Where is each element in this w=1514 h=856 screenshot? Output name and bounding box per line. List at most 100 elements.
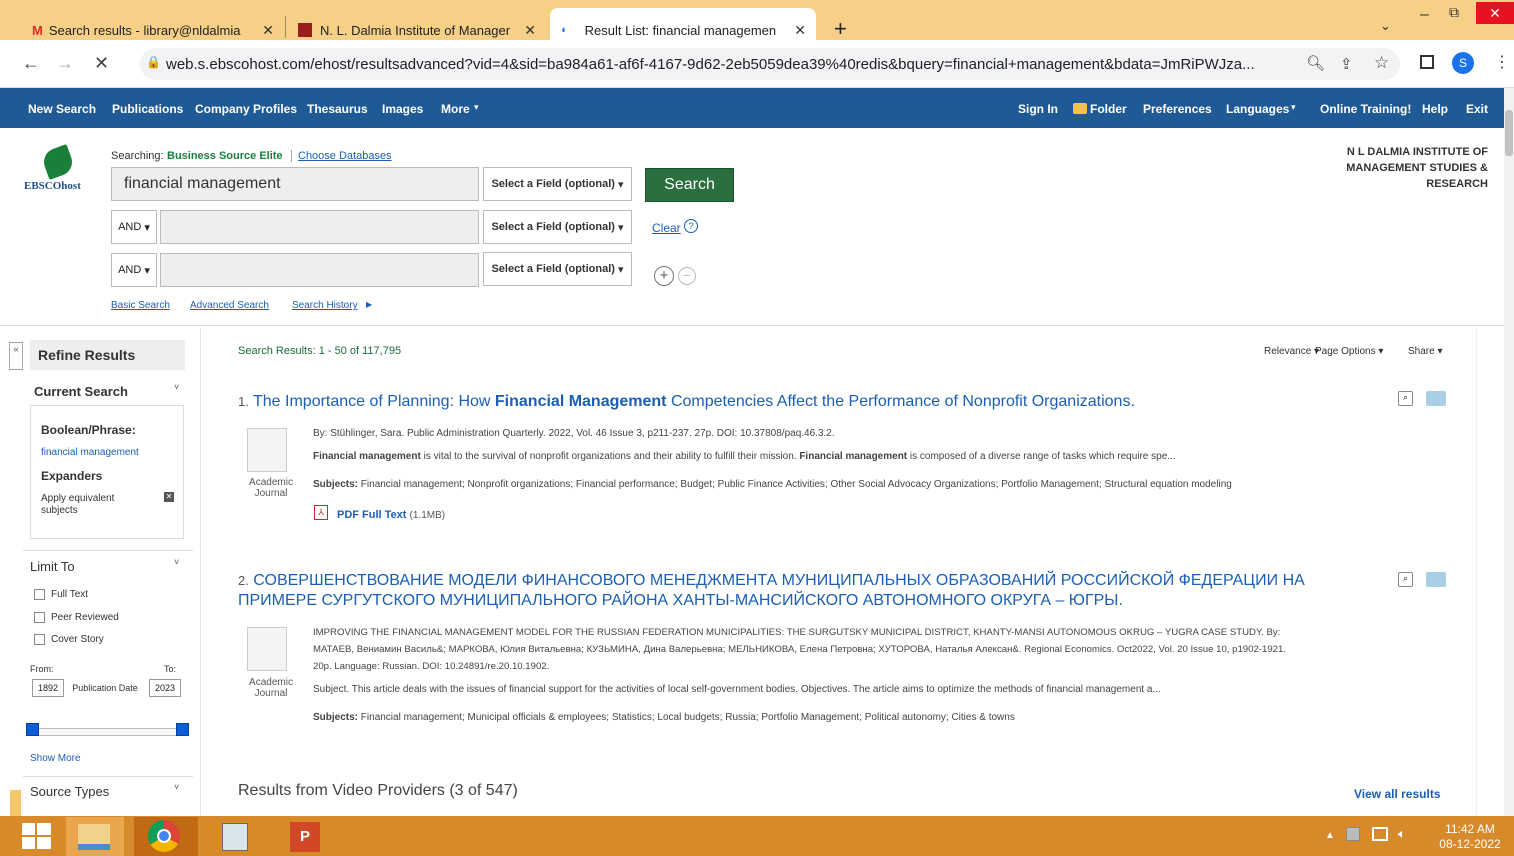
preview-icon[interactable]: ⌕: [1398, 391, 1413, 406]
checkbox[interactable]: [34, 634, 45, 645]
result-title-2[interactable]: 2. СОВЕРШЕНСТВОВАНИЕ МОДЕЛИ ФИНАНСОВОГО …: [238, 572, 1305, 590]
page-options[interactable]: Page Options ▾: [1315, 346, 1383, 357]
choose-databases-link[interactable]: Choose Databases: [298, 150, 392, 162]
remove-expander-icon[interactable]: ✕: [164, 492, 174, 502]
boolean-phrase-link[interactable]: financial management: [41, 447, 139, 458]
network-icon[interactable]: [1372, 827, 1388, 841]
add-to-folder-icon[interactable]: [1426, 572, 1446, 587]
clear-link[interactable]: Clear: [652, 221, 681, 235]
search-history-link[interactable]: Search History: [292, 300, 358, 311]
bool-select-3[interactable]: AND ▾: [111, 253, 157, 287]
result-abstract: Subject. This article deals with the iss…: [313, 684, 1161, 695]
pdf-full-text-link[interactable]: PDF Full Text (1.1MB): [337, 509, 445, 521]
ebsco-logo: EBSCOhost: [24, 180, 81, 192]
field-select-1[interactable]: Select a Field (optional) ▾: [483, 167, 632, 201]
toolbar-help[interactable]: Help: [1422, 102, 1448, 116]
source-types-chevron-icon[interactable]: ˅: [174, 782, 179, 792]
result-title-2-line2[interactable]: ПРИМЕРЕ СУРГУТСКОГО МУНИЦИПАЛЬНОГО РАЙОН…: [238, 592, 1123, 610]
close-tab-icon[interactable]: ✕: [524, 22, 536, 39]
toolbar-folder[interactable]: Folder: [1090, 102, 1127, 116]
tray-overflow-icon[interactable]: ▲: [1325, 830, 1335, 841]
toolbar-exit[interactable]: Exit: [1466, 102, 1488, 116]
calculator-icon[interactable]: [222, 823, 248, 851]
toolbar-languages[interactable]: Languages: [1226, 102, 1289, 116]
limit-full-text[interactable]: Full Text: [34, 589, 88, 600]
page-scrollbar[interactable]: [1504, 88, 1514, 816]
bookmark-star-icon[interactable]: ☆: [1374, 53, 1389, 73]
current-search-heading[interactable]: Current Search: [34, 384, 128, 399]
forward-arrow-icon[interactable]: →: [56, 53, 74, 74]
chrome-icon[interactable]: [148, 820, 180, 852]
new-tab-button[interactable]: +: [834, 16, 847, 42]
volume-icon[interactable]: 🔈︎: [1398, 826, 1406, 842]
toolbar-new-search[interactable]: New Search: [28, 102, 96, 116]
toolbar-thesaurus[interactable]: Thesaurus: [307, 102, 368, 116]
toolbar-sign-in[interactable]: Sign In: [1018, 102, 1058, 116]
close-tab-icon[interactable]: ✕: [262, 22, 274, 39]
side-panel-icon[interactable]: [1420, 55, 1434, 69]
advanced-search-link[interactable]: Advanced Search: [190, 300, 269, 311]
limit-to-chevron-icon[interactable]: ˅: [174, 557, 179, 567]
close-window-icon[interactable]: ✕: [1476, 2, 1514, 24]
url-text[interactable]: web.s.ebscohost.com/ehost/resultsadvance…: [166, 56, 1296, 73]
bool-select-2[interactable]: AND ▾: [111, 210, 157, 244]
current-search-chevron-icon[interactable]: ˅: [174, 382, 179, 392]
doc-type: Academic Journal: [249, 677, 293, 699]
basic-search-link[interactable]: Basic Search: [111, 300, 170, 311]
tray-device-icon[interactable]: [1346, 827, 1360, 841]
share-menu[interactable]: Share ▾: [1408, 346, 1443, 357]
limit-to-heading[interactable]: Limit To: [30, 559, 75, 574]
search-input-1[interactable]: financial management: [111, 167, 479, 201]
minimize-window-icon[interactable]: –: [1420, 6, 1429, 24]
field-select-2[interactable]: Select a Field (optional) ▾: [483, 210, 632, 244]
source-types-heading[interactable]: Source Types: [30, 784, 109, 799]
from-year-input[interactable]: 1892: [32, 679, 64, 697]
share-icon[interactable]: ⇪: [1340, 55, 1353, 73]
limit-peer-reviewed[interactable]: Peer Reviewed: [34, 612, 119, 623]
checkbox[interactable]: [34, 589, 45, 600]
search-input-2[interactable]: [160, 210, 479, 244]
toolbar-more[interactable]: More: [441, 102, 470, 116]
expanders-label: Expanders: [41, 469, 103, 483]
pdf-icon: ⅄: [314, 505, 328, 520]
sort-relevance[interactable]: Relevance ▾: [1264, 346, 1319, 357]
browser-menu-icon[interactable]: ⋮: [1494, 52, 1510, 72]
show-more-link[interactable]: Show More: [30, 753, 81, 764]
date-range-slider[interactable]: [32, 728, 184, 736]
search-button[interactable]: Search: [645, 168, 734, 202]
close-tab-icon[interactable]: ✕: [794, 22, 806, 39]
preview-icon[interactable]: ⌕: [1398, 572, 1413, 587]
stop-loading-icon[interactable]: ✕: [94, 53, 109, 74]
powerpoint-icon[interactable]: P: [290, 822, 320, 852]
results-summary: Search Results: 1 - 50 of 117,795: [238, 345, 402, 357]
windows-start-icon[interactable]: [22, 823, 52, 849]
tab-search-chevron-icon[interactable]: ⌄: [1380, 18, 1391, 34]
help-icon[interactable]: ?: [684, 219, 698, 233]
remove-row-icon[interactable]: −: [678, 267, 696, 285]
view-all-results-link[interactable]: View all results: [1354, 787, 1441, 801]
add-row-icon[interactable]: +: [654, 266, 674, 286]
back-arrow-icon[interactable]: ←: [22, 53, 40, 74]
scrollbar-thumb[interactable]: [1505, 110, 1513, 156]
toolbar-company-profiles[interactable]: Company Profiles: [195, 102, 297, 116]
checkbox[interactable]: [34, 612, 45, 623]
to-year-input[interactable]: 2023: [149, 679, 181, 697]
field-select-3[interactable]: Select a Field (optional) ▾: [483, 252, 632, 286]
zoom-icon[interactable]: 🔍︎: [1306, 54, 1325, 72]
toolbar-images[interactable]: Images: [382, 102, 423, 116]
slider-handle-start[interactable]: [26, 723, 39, 736]
collapse-sidebar-icon[interactable]: «: [9, 342, 23, 370]
toolbar-online-training[interactable]: Online Training!: [1320, 102, 1411, 116]
add-to-folder-icon[interactable]: [1426, 391, 1446, 406]
file-explorer-icon[interactable]: [78, 824, 110, 850]
more-caret-icon: ▾: [474, 102, 479, 112]
toolbar-publications[interactable]: Publications: [112, 102, 183, 116]
restore-window-icon[interactable]: ⧉: [1449, 4, 1459, 21]
limit-cover-story[interactable]: Cover Story: [34, 634, 104, 645]
system-clock[interactable]: 11:42 AM 08-12-2022: [1438, 822, 1502, 852]
toolbar-preferences[interactable]: Preferences: [1143, 102, 1212, 116]
profile-avatar[interactable]: S: [1452, 52, 1474, 74]
search-input-3[interactable]: [160, 253, 479, 287]
slider-handle-end[interactable]: [176, 723, 189, 736]
result-title-1[interactable]: 1. The Importance of Planning: How Finan…: [238, 393, 1135, 411]
